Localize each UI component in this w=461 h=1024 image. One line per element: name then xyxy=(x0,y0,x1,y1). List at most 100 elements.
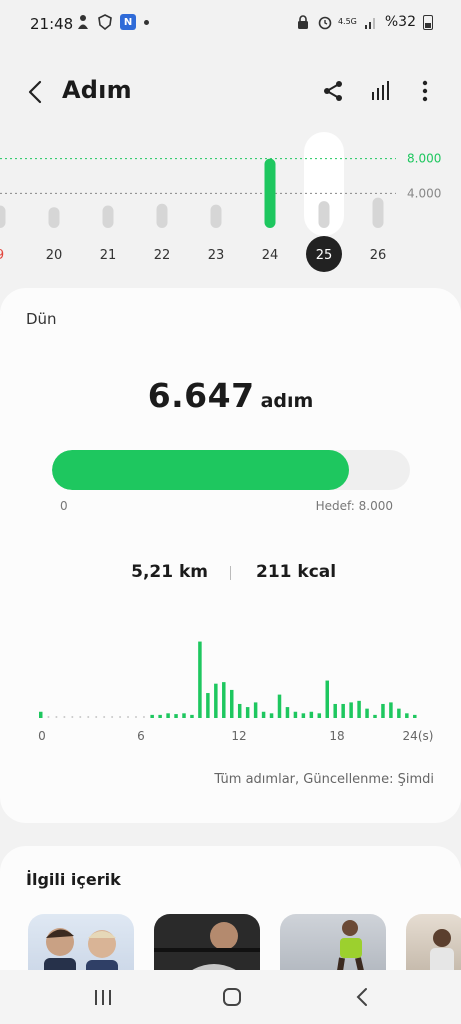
weekly-bar[interactable] xyxy=(156,203,168,228)
hourly-empty-dot xyxy=(47,716,50,718)
hourly-bar xyxy=(333,703,337,718)
more-notifications-icon xyxy=(144,19,149,25)
weekly-bar[interactable] xyxy=(48,207,60,228)
hourly-bar xyxy=(357,700,361,718)
related-title: İlgili içerik xyxy=(26,870,121,889)
weekly-steps-chart[interactable]: 8.000 4.000 9 20 21 22 23 24 25 26 xyxy=(0,130,461,280)
hourly-bar xyxy=(413,714,417,718)
chevron-left-icon xyxy=(28,80,42,104)
home-button[interactable] xyxy=(221,986,243,1008)
update-status: Tüm adımlar, Güncellenme: Şimdi xyxy=(214,772,434,787)
hourly-bar xyxy=(39,711,43,718)
hourly-empty-dot xyxy=(71,716,74,718)
weekly-day-label: 21 xyxy=(100,248,117,263)
weekly-day-label: 25 xyxy=(316,248,333,263)
share-button[interactable] xyxy=(318,76,348,106)
hourly-empty-dot xyxy=(142,716,145,718)
daily-summary-card: Dün 6.647 adım 0 Hedef: 8.000 5,21 km 211… xyxy=(0,288,461,823)
weekly-day-label: 23 xyxy=(208,248,225,263)
hourly-bar xyxy=(373,714,377,718)
weekly-day-label: 24 xyxy=(262,248,279,263)
stats-divider xyxy=(230,566,231,580)
status-time: 21:48 xyxy=(30,15,74,33)
hourly-empty-dot xyxy=(135,716,137,718)
hourly-bar xyxy=(237,703,242,718)
signal-icon xyxy=(364,14,378,30)
hourly-bar xyxy=(253,702,258,718)
calories-value: 211 kcal xyxy=(256,562,337,582)
recent-apps-button[interactable] xyxy=(92,986,114,1008)
network-type-label: 4.5G xyxy=(337,17,357,26)
back-button[interactable] xyxy=(20,76,52,108)
hourly-tick-label: 0 xyxy=(38,729,46,743)
steps-count: 6.647 xyxy=(147,376,255,415)
battery-icon xyxy=(423,14,433,30)
weekly-chart-svg: 8.000 4.000 9 20 21 22 23 24 25 26 xyxy=(0,132,441,272)
hourly-bar xyxy=(397,708,401,718)
system-nav-bar xyxy=(0,970,461,1024)
hourly-bar xyxy=(214,683,218,718)
hourly-tick-label: 6 xyxy=(137,729,145,743)
hourly-bar xyxy=(158,714,162,718)
battery-percent: %32 xyxy=(384,14,416,30)
steps-total: 6.647 adım xyxy=(0,376,461,415)
hourly-bar xyxy=(166,713,170,718)
weekly-bar[interactable] xyxy=(318,201,330,228)
chevron-left-icon xyxy=(356,988,367,1006)
hourly-empty-dot xyxy=(95,716,98,718)
hourly-bar xyxy=(381,703,385,718)
hourly-bar xyxy=(309,711,314,718)
trends-button[interactable] xyxy=(366,76,396,106)
hourly-empty-dot xyxy=(55,716,58,718)
hourly-empty-dot xyxy=(119,716,122,718)
stats-row: 5,21 km 211 kcal xyxy=(0,562,461,586)
bar-chart-icon xyxy=(372,81,389,100)
hourly-bar xyxy=(349,702,353,718)
hourly-bar xyxy=(150,714,154,718)
hourly-bar xyxy=(301,713,306,718)
fitness-notification-icon xyxy=(76,14,90,30)
goal-progress-bar xyxy=(52,450,410,490)
hourly-bar xyxy=(389,702,393,718)
hourly-bar xyxy=(198,641,202,718)
hourly-steps-chart[interactable]: 0 6 12 18 24(s) xyxy=(0,628,461,748)
weekly-bar[interactable] xyxy=(372,197,384,228)
shield-notification-icon xyxy=(98,14,112,31)
hourly-empty-dot xyxy=(87,716,90,718)
hourly-empty-dot xyxy=(127,716,130,718)
weekly-bar[interactable] xyxy=(210,204,222,228)
hourly-bar xyxy=(293,711,298,718)
progress-min-label: 0 xyxy=(60,499,68,513)
distance-value: 5,21 km xyxy=(131,562,208,582)
hourly-chart-svg: 0 6 12 18 24(s) xyxy=(38,641,433,743)
status-bar: 21:48 N 4.5G %32 xyxy=(0,0,461,52)
weekly-bar[interactable] xyxy=(264,158,276,228)
hourly-bar xyxy=(341,703,345,718)
recents-icon xyxy=(95,990,111,1005)
weekly-day-label: 9 xyxy=(0,248,4,263)
weekly-day-label: 26 xyxy=(370,248,387,263)
weekly-day-label: 22 xyxy=(154,248,171,263)
hourly-bar xyxy=(365,708,369,718)
steps-unit: adım xyxy=(260,390,314,412)
more-options-button[interactable] xyxy=(410,76,440,106)
nav-back-button[interactable] xyxy=(352,986,374,1008)
weekly-day-label: 20 xyxy=(46,248,63,263)
hourly-bar xyxy=(206,693,210,718)
hourly-empty-dot xyxy=(63,716,66,718)
hourly-bar xyxy=(230,689,234,718)
weekly-tick-label: 8.000 xyxy=(407,152,441,166)
lock-icon xyxy=(296,14,310,30)
hourly-bar xyxy=(222,682,226,718)
hourly-bar xyxy=(285,707,290,718)
hourly-bar xyxy=(317,713,322,718)
alarm-icon xyxy=(317,14,332,30)
weekly-bar[interactable] xyxy=(102,205,114,228)
weekly-bar[interactable] xyxy=(0,205,6,228)
app-bar: Adım xyxy=(0,70,461,114)
day-label: Dün xyxy=(26,310,57,328)
nfc-icon: N xyxy=(120,14,136,30)
hourly-bar xyxy=(325,680,329,718)
hourly-bar xyxy=(277,694,282,718)
hourly-bar xyxy=(174,714,178,718)
